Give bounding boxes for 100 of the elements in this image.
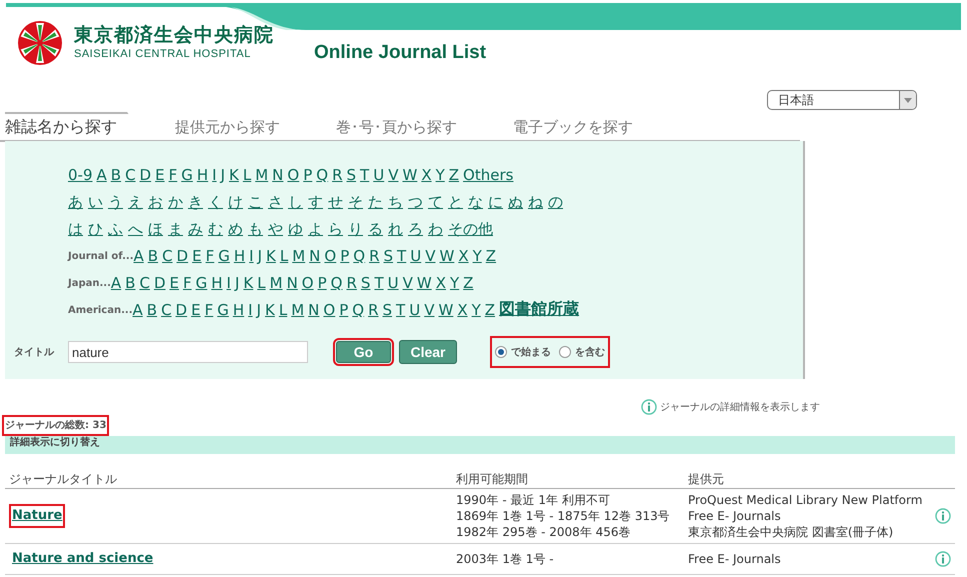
index-link[interactable]: Y [436,164,445,186]
index-link[interactable]: P [318,272,327,294]
provider-link[interactable]: Free E- Journals [688,508,935,524]
index-link[interactable]: Q [316,164,328,186]
index-link[interactable]: は [68,218,83,240]
index-link[interactable]: W [402,164,418,186]
index-link[interactable]: Y [450,272,460,294]
index-link[interactable]: C [125,164,136,186]
index-link[interactable]: M [255,164,268,186]
clear-button[interactable]: Clear [399,340,457,364]
index-link[interactable]: D [154,272,166,294]
index-link[interactable]: ろ [408,218,423,240]
index-link[interactable]: O [323,298,336,321]
index-link[interactable]: け [228,190,243,213]
index-link[interactable]: B [110,164,122,186]
index-link[interactable]: 0-9 [68,164,92,186]
index-link[interactable]: そ [348,190,363,213]
index-link[interactable]: B [146,298,158,321]
journal-title-link[interactable]: Nature [9,504,66,528]
index-link[interactable]: R [368,298,379,321]
index-link[interactable]: ほ [148,218,163,240]
index-link[interactable]: P [303,164,312,186]
index-link[interactable]: X [436,272,446,294]
index-link[interactable]: I [248,298,253,321]
index-link[interactable]: る [368,218,383,240]
index-link[interactable]: せ [328,190,343,213]
index-link[interactable]: ふ [108,218,123,240]
index-link[interactable]: I [226,272,231,294]
index-link[interactable]: Y [472,244,482,267]
index-link[interactable]: P [339,298,348,321]
index-link[interactable]: C [139,272,150,294]
index-link[interactable]: J [220,164,226,186]
index-link[interactable]: つ [408,190,423,213]
index-link[interactable]: ひ [88,218,103,240]
index-link[interactable]: よ [308,218,323,240]
index-link[interactable]: R [369,244,380,267]
index-link[interactable]: K [243,272,254,294]
index-link[interactable]: T [360,164,370,186]
index-link[interactable]: Others [463,164,514,186]
index-link[interactable]: Y [472,298,481,321]
index-link[interactable]: K [266,244,276,267]
index-link[interactable]: ち [388,190,403,213]
index-link[interactable]: F [168,164,178,186]
info-icon[interactable] [935,550,951,567]
index-link[interactable]: L [242,164,252,186]
index-link[interactable]: も [248,218,263,240]
index-link[interactable]: H [234,244,246,267]
index-link[interactable]: R [346,272,357,294]
index-link[interactable]: く [208,190,223,213]
search-tab[interactable]: 提供元から探す [147,114,308,140]
index-link[interactable]: H [232,298,244,321]
index-link[interactable]: N [308,298,320,321]
info-icon[interactable] [935,508,951,524]
index-link[interactable]: Q [352,298,364,321]
index-link[interactable]: F [182,272,192,294]
index-link[interactable]: S [360,272,370,294]
index-link[interactable]: か [168,190,183,213]
index-link[interactable]: あ [68,190,83,213]
go-button[interactable]: Go [336,341,391,363]
index-link[interactable]: Z [463,272,474,294]
index-link[interactable]: ま [168,218,183,240]
index-link[interactable]: J [258,244,262,267]
index-link[interactable]: T [374,272,384,294]
index-link[interactable]: ら [328,218,343,240]
index-link[interactable]: し [288,190,303,213]
index-link[interactable]: C [162,244,173,267]
index-link[interactable]: L [278,298,288,321]
index-link[interactable]: た [368,190,383,213]
index-link[interactable]: む [208,218,223,240]
index-link[interactable]: S [384,244,394,267]
index-link[interactable]: わ [428,218,443,240]
index-link[interactable]: ね [528,190,543,213]
index-link[interactable]: す [308,190,323,213]
index-link[interactable]: み [188,218,203,240]
index-link[interactable]: D [176,244,188,267]
index-link[interactable]: U [409,298,420,321]
index-link[interactable]: り [348,218,363,240]
index-link[interactable]: Z [448,164,460,186]
index-link[interactable]: T [396,298,406,321]
index-link[interactable]: い [88,190,103,213]
journal-title-link[interactable]: Nature and science [9,547,156,570]
index-link[interactable]: J [234,272,240,294]
index-link[interactable]: S [382,298,392,321]
index-link[interactable]: F [206,244,214,267]
detail-toggle-bar[interactable]: 詳細表示に切り替え [5,436,955,454]
index-link[interactable]: ゆ [288,218,303,240]
index-link[interactable]: D [176,298,188,321]
index-link[interactable]: と [448,190,463,213]
index-link[interactable]: P [340,244,350,267]
index-link[interactable]: A [96,164,107,186]
provider-link[interactable]: ProQuest Medical Library New Platform [688,492,935,508]
index-link[interactable]: Q [353,244,366,267]
index-link[interactable]: B [125,272,136,294]
index-link[interactable]: J [256,298,262,321]
index-link[interactable]: E [191,298,201,321]
index-link[interactable]: な [468,190,483,213]
index-link[interactable]: え [128,190,143,213]
index-link[interactable]: う [108,190,123,213]
index-link[interactable]: A [110,272,122,294]
index-link[interactable]: V [388,164,398,186]
